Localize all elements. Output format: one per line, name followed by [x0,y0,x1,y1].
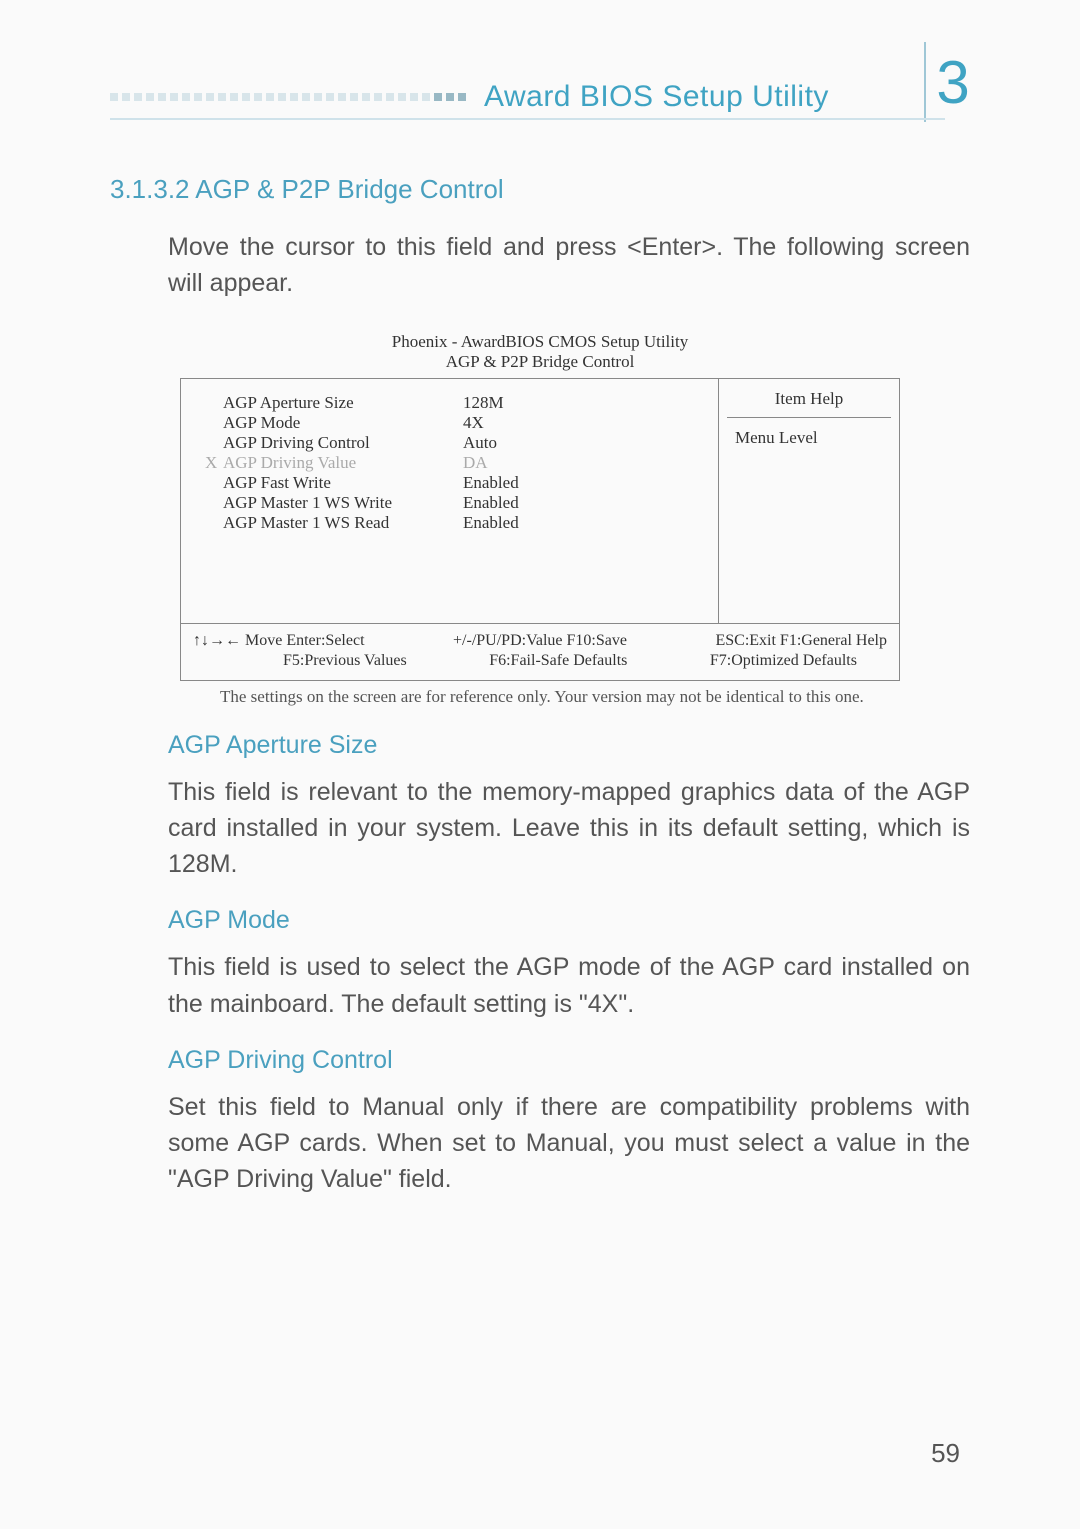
bios-footer-f6: F6:Fail-Safe Defaults [489,652,627,670]
bios-row-label: AGP Master 1 WS Read [223,513,463,533]
page-header-title: Award BIOS Setup Utility [484,80,829,114]
page-number: 59 [931,1438,960,1469]
bios-row: AGP Aperture Size 128M [205,393,708,413]
header-row: Award BIOS Setup Utility [110,80,970,114]
header-divider [110,118,945,120]
bios-row-label: AGP Fast Write [223,473,463,493]
bios-row: AGP Master 1 WS Write Enabled [205,493,708,513]
subsection-heading-driving: AGP Driving Control [168,1046,970,1075]
subsection-body-mode: This field is used to select the AGP mod… [168,949,970,1022]
bios-row-value: Auto [463,433,497,453]
bios-row-label: AGP Master 1 WS Write [223,493,463,513]
section-heading: 3.1.3.2 AGP & P2P Bridge Control [110,174,970,205]
bios-row: AGP Mode 4X [205,413,708,433]
subsection-body-aperture: This field is relevant to the memory-map… [168,774,970,883]
bios-row-marker [205,433,223,453]
bios-footer-f5: F5:Previous Values [283,652,407,670]
bios-footer-move: ↑↓→← Move Enter:Select [193,632,365,649]
decorative-dots [110,93,470,101]
bios-help-panel: Item Help Menu Level [719,379,899,623]
chapter-number: 3 [936,48,969,117]
bios-row-marker [205,493,223,513]
bios-caption-line1: Phoenix - AwardBIOS CMOS Setup Utility [110,332,970,352]
bios-footer-value: +/-/PU/PD:Value F10:Save [453,632,627,650]
bios-row-value: Enabled [463,513,519,533]
bios-reference-note: The settings on the screen are for refer… [220,687,940,707]
bios-row-value: Enabled [463,473,519,493]
section-intro-text: Move the cursor to this field and press … [168,229,970,302]
bios-row-value: DA [463,453,488,473]
bios-row-label: AGP Driving Control [223,433,463,453]
bios-row-value: 4X [463,413,484,433]
bios-row-label: AGP Driving Value [223,453,463,473]
bios-footer-exit: ESC:Exit F1:General Help [715,632,887,650]
subsection-body-driving: Set this field to Manual only if there a… [168,1089,970,1198]
bios-row: AGP Master 1 WS Read Enabled [205,513,708,533]
bios-row-marker [205,393,223,413]
bios-row-marker [205,473,223,493]
bios-menu-level: Menu Level [727,428,891,448]
bios-row-disabled: X AGP Driving Value DA [205,453,708,473]
bios-row-marker: X [205,453,223,473]
bios-row: AGP Driving Control Auto [205,433,708,453]
bios-row-value: 128M [463,393,504,413]
subsection-heading-aperture: AGP Aperture Size [168,731,970,760]
bios-row-marker [205,513,223,533]
bios-screen: AGP Aperture Size 128M AGP Mode 4X AGP D… [180,378,900,681]
bios-footer-f7: F7:Optimized Defaults [710,652,857,670]
bios-item-help: Item Help [727,389,891,418]
bios-row-marker [205,413,223,433]
chapter-number-box: 3 [924,42,980,122]
bios-footer: ↑↓→← Move Enter:Select +/-/PU/PD:Value F… [181,623,899,680]
bios-row-label: AGP Mode [223,413,463,433]
subsection-heading-mode: AGP Mode [168,906,970,935]
bios-row-value: Enabled [463,493,519,513]
bios-caption-line2: AGP & P2P Bridge Control [110,352,970,372]
bios-settings-panel: AGP Aperture Size 128M AGP Mode 4X AGP D… [181,379,719,623]
bios-row-label: AGP Aperture Size [223,393,463,413]
bios-row: AGP Fast Write Enabled [205,473,708,493]
